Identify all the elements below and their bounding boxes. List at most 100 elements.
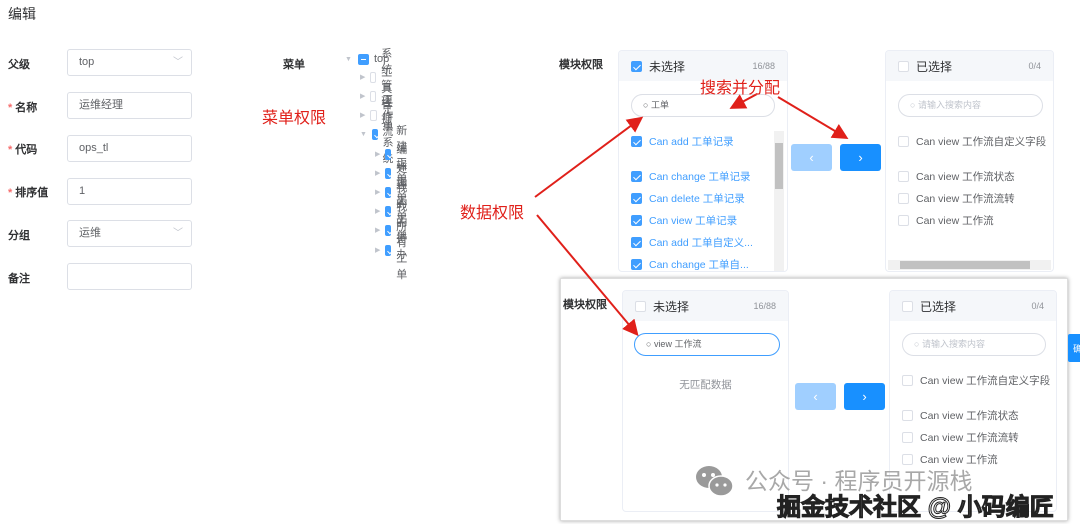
transfer-search-input[interactable]: ○ 请输入搜索内容 [898,94,1043,117]
caret-right-icon[interactable]: ▶ [360,92,365,100]
arrow-to-move-button [777,96,849,140]
panel-title: 已选择 [920,299,957,314]
group-value: 运维 [79,227,101,239]
annotation-menu-permission: 菜单权限 [262,110,327,127]
group-label: 分组 [8,230,30,242]
item-checkbox[interactable] [631,215,642,226]
item-checkbox[interactable] [631,136,642,147]
move-right-button[interactable]: › [844,383,885,410]
select-all-checkbox[interactable] [902,300,913,312]
list-item[interactable]: Can view 工作流 [916,213,994,228]
tree-checkbox[interactable] [385,205,392,217]
annotation-search-assign: 搜索并分配 [700,80,781,97]
tree-node[interactable]: ▼工单系统 [360,105,400,165]
dialog-title: 编辑 [8,6,36,22]
list-item[interactable]: Can view 工作流自定义字段 [916,134,1046,149]
caret-right-icon[interactable]: ▶ [375,150,380,158]
caret-right-icon[interactable]: ▶ [360,73,365,81]
wechat-icon [695,464,735,498]
select-all-checkbox[interactable] [635,300,646,312]
tree-checkbox[interactable] [385,148,392,160]
code-label: * 代码 [8,144,38,156]
order-label: * 排序值 [8,187,49,199]
panel-title: 已选择 [916,59,953,74]
parent-label: 父级 [8,59,30,71]
item-checkbox[interactable] [898,136,909,147]
tree-checkbox[interactable] [370,90,377,102]
code-input[interactable]: ops_tl [67,135,192,162]
item-checkbox[interactable] [898,171,909,182]
list-item[interactable]: Can view 工单记录 [649,213,737,228]
list-item[interactable]: Can change 工单自... [649,257,749,271]
tree-checkbox[interactable] [370,71,377,83]
caret-right-icon[interactable]: ▶ [375,169,380,177]
list-item[interactable]: Can add 工单自定义... [649,235,753,250]
tree-checkbox[interactable] [385,224,392,236]
name-input[interactable]: 运维经理 [67,92,192,119]
move-left-button[interactable]: ‹ [791,144,832,171]
tree-node-label: 所有工单 [396,221,408,281]
item-checkbox[interactable] [631,171,642,182]
chevron-down-icon: ﹀ [173,228,183,239]
list-item[interactable]: Can view 工作流自定义字段 [920,373,1050,388]
select-all-checkbox[interactable] [631,60,642,72]
caret-down-icon[interactable]: ▼ [360,131,367,138]
transfer-search-input[interactable]: ○ view 工作流 [634,333,780,356]
group-select[interactable]: 运维 ﹀ [67,220,192,247]
list-item[interactable]: Can delete 工单记录 [649,191,745,206]
transfer-search-input[interactable]: ○ 请输入搜索内容 [902,333,1046,356]
caret-right-icon[interactable]: ▶ [375,246,380,254]
parent-value: top [79,56,95,68]
caret-down-icon[interactable]: ▼ [345,56,353,63]
item-checkbox[interactable] [631,193,642,204]
tree-checkbox[interactable] [385,244,392,256]
list-item[interactable]: Can view 工作流状态 [920,408,1019,423]
move-left-button[interactable]: ‹ [795,383,836,410]
search-icon: ○ [643,100,651,110]
annotation-data-permission: 数据权限 [460,205,525,222]
panel-count: 16/88 [752,61,775,71]
remark-input[interactable] [67,263,192,290]
select-all-checkbox[interactable] [898,60,909,72]
caret-right-icon[interactable]: ▶ [375,188,380,196]
caret-right-icon[interactable]: ▶ [375,207,380,215]
search-icon: ○ [914,339,922,349]
item-checkbox[interactable] [631,237,642,248]
list-item[interactable]: Can view 工作流状态 [916,169,1015,184]
panel-count: 0/4 [1028,61,1041,71]
list-item[interactable]: Can view 工作流流转 [920,430,1019,445]
caret-right-icon[interactable]: ▶ [375,226,380,234]
name-label: * 名称 [8,102,38,114]
panel-count: 16/88 [753,301,776,311]
chevron-down-icon: ﹀ [173,57,183,68]
item-checkbox[interactable] [898,215,909,226]
item-checkbox[interactable] [631,259,642,270]
list-item[interactable]: Can add 工单记录 [649,134,734,149]
empty-text: 无匹配数据 [679,379,732,391]
list-item[interactable]: Can view 工作流流转 [916,191,1015,206]
order-input[interactable]: 1 [67,178,192,205]
module-permission-label: 模块权限 [559,59,603,71]
caret-right-icon[interactable]: ▶ [360,111,365,119]
side-confirm-tab[interactable]: 确 [1068,334,1080,362]
item-checkbox[interactable] [902,432,913,443]
tree-checkbox[interactable] [358,53,369,65]
menu-label: 菜单 [283,59,305,71]
tree-checkbox[interactable] [371,128,378,140]
watermark-community: 掘金技术社区 @ 小码编匠 [777,494,1055,522]
tree-checkbox[interactable] [385,167,392,179]
panel-count: 0/4 [1031,301,1044,311]
move-right-button[interactable]: › [840,144,881,171]
item-checkbox[interactable] [902,375,913,386]
list-item[interactable]: Can change 工单记录 [649,169,751,184]
panel-title: 未选择 [649,59,686,74]
item-checkbox[interactable] [898,193,909,204]
tree-checkbox[interactable] [385,186,392,198]
item-checkbox[interactable] [902,410,913,421]
parent-select[interactable]: top ﹀ [67,49,192,76]
horizontal-scrollbar[interactable] [888,260,1051,270]
transfer-right-panel: 已选择 0/4 ○ 请输入搜索内容 Can view 工作流自定义字段 Can v… [885,50,1054,272]
tree-node[interactable]: ▶ 所有工单 [375,221,415,281]
tree-checkbox[interactable] [370,109,378,121]
vertical-scrollbar[interactable] [774,131,784,271]
